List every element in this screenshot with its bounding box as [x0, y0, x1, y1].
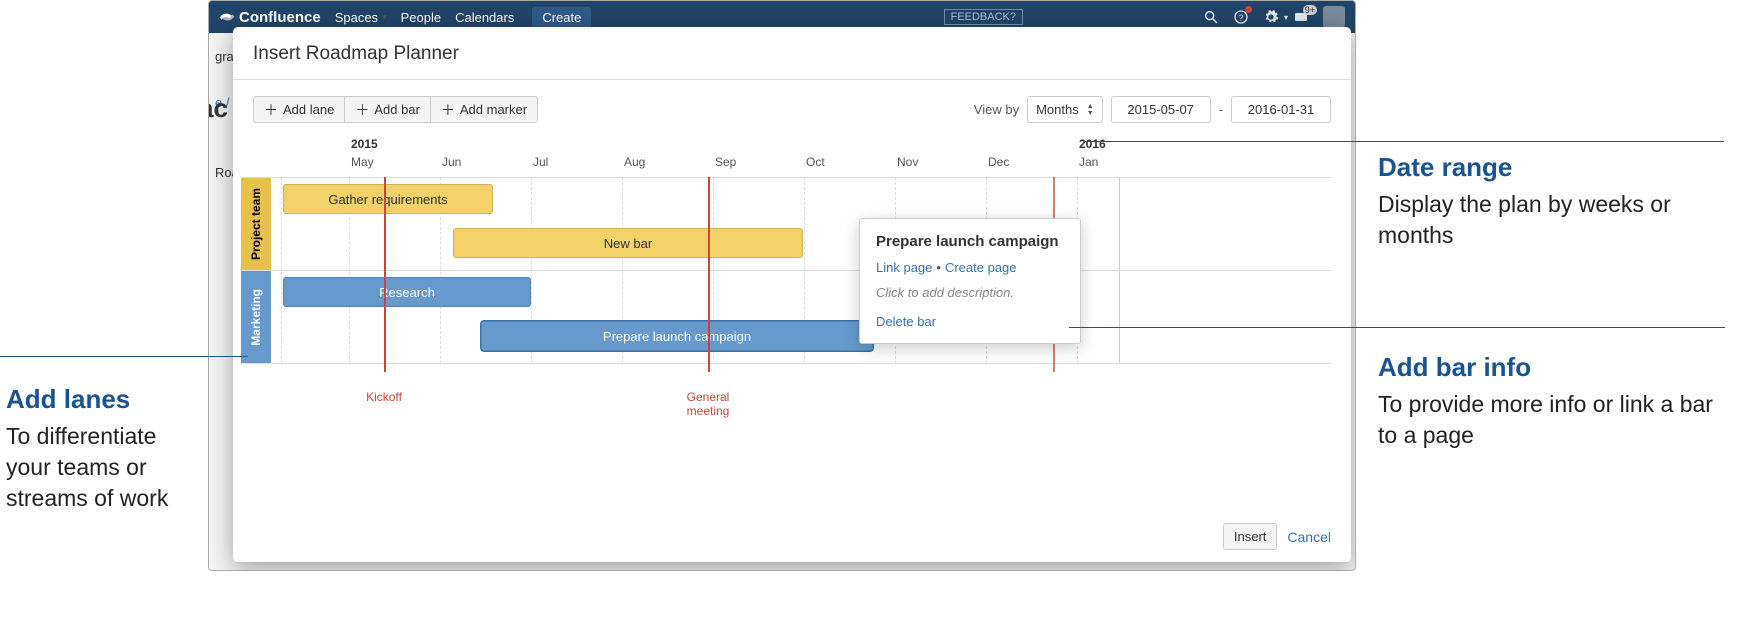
help-icon[interactable]: ? [1233, 9, 1249, 25]
date-from-input[interactable]: 2015-05-07 [1111, 96, 1211, 123]
popover-links: Link page•Create page [876, 260, 1064, 275]
add-lane-button[interactable]: ＋Add lane [253, 96, 345, 123]
cancel-link[interactable]: Cancel [1287, 529, 1331, 545]
plus-icon: ＋ [264, 103, 278, 117]
year-label: 2015 [351, 137, 378, 151]
callout-date-range: Date range Display the plan by weeks or … [1378, 150, 1718, 251]
nav-spaces[interactable]: Spaces ▾ [335, 10, 387, 25]
modal-footer: Insert Cancel [233, 511, 1351, 562]
month-label: Sep [715, 155, 736, 169]
toolbar: ＋Add lane ＋Add bar ＋Add marker View by M… [241, 96, 1331, 123]
bar-gather-requirements[interactable]: Gather requirements [283, 184, 493, 214]
link-page[interactable]: Link page [876, 260, 932, 275]
lane-label[interactable]: Marketing [241, 271, 271, 363]
plus-icon: ＋ [355, 103, 369, 117]
date-to-input[interactable]: 2016-01-31 [1231, 96, 1331, 123]
create-button[interactable]: Create [532, 7, 591, 28]
month-label: Jun [442, 155, 461, 169]
lane-project-team: Project team Gather requirements New bar [241, 177, 1331, 270]
callout-add-lanes: Add lanes To differentiate your teams or… [6, 382, 206, 514]
callout-heading: Add bar info [1378, 350, 1718, 385]
svg-text:?: ? [1239, 12, 1244, 22]
search-icon[interactable] [1203, 9, 1219, 25]
select-caret-icon: ▲▼ [1087, 103, 1094, 117]
roadmap-modal: Insert Roadmap Planner ＋Add lane ＋Add ba… [233, 27, 1351, 562]
nav-calendars[interactable]: Calendars [455, 10, 514, 25]
lane-body[interactable]: Gather requirements New bar [271, 178, 1331, 270]
year-label: 2016 [1079, 137, 1106, 151]
month-label: Nov [897, 155, 918, 169]
gear-icon[interactable]: ▾ [1263, 9, 1279, 25]
plus-icon: ＋ [441, 103, 455, 117]
confluence-icon [219, 9, 235, 25]
feedback-badge[interactable]: FEEDBACK? [944, 9, 1023, 25]
marker-label: General meeting [687, 390, 730, 418]
callout-bar-info: Add bar info To provide more info or lin… [1378, 350, 1718, 451]
nav-people[interactable]: People [401, 10, 441, 25]
callout-heading: Date range [1378, 150, 1718, 185]
callout-line [0, 356, 248, 357]
insert-button[interactable]: Insert [1223, 523, 1278, 550]
top-icons: ? ▾ 9+ [1203, 6, 1345, 28]
add-marker-button[interactable]: ＋Add marker [430, 96, 538, 123]
modal-title: Insert Roadmap Planner [233, 27, 1351, 80]
view-by-label: View by [974, 102, 1019, 117]
notification-count-badge: 9+ [1303, 5, 1317, 15]
lane-body[interactable]: Research Prepare launch campaign [271, 271, 1331, 363]
month-label: Aug [624, 155, 645, 169]
marker-label: Kickoff [366, 390, 402, 404]
notification-dot-icon [1245, 6, 1252, 13]
avatar[interactable] [1323, 6, 1345, 28]
callout-line [1084, 141, 1724, 142]
lane-marketing: Marketing Research Prepare launch campai… [241, 270, 1331, 364]
view-by-select[interactable]: Months ▲▼ [1027, 96, 1103, 123]
brand-text: Confluence [239, 9, 321, 26]
view-controls: View by Months ▲▼ 2015-05-07 - 2016-01-3… [974, 96, 1331, 123]
app-window: Confluence Spaces ▾ People Calendars Cre… [208, 0, 1356, 571]
callout-body: To provide more info or link a bar to a … [1378, 389, 1718, 451]
chevron-down-icon: ▾ [382, 12, 387, 23]
popover-description[interactable]: Click to add description. [876, 285, 1064, 300]
bar-prepare-launch-campaign[interactable]: Prepare launch campaign [481, 321, 873, 351]
popover-title: Prepare launch campaign [876, 233, 1064, 250]
add-bar-button[interactable]: ＋Add bar [344, 96, 431, 123]
month-label: Jul [533, 155, 548, 169]
callout-line [1069, 327, 1725, 328]
month-label: Oct [806, 155, 825, 169]
modal-body: ＋Add lane ＋Add bar ＋Add marker View by M… [233, 80, 1351, 511]
month-label: Dec [988, 155, 1009, 169]
callout-body: To differentiate your teams or streams o… [6, 421, 206, 514]
brand-logo[interactable]: Confluence [219, 9, 321, 26]
timeline-header: 2015 2016 May Jun Jul Aug Sep Oct Nov De… [281, 137, 1331, 177]
delete-bar-link[interactable]: Delete bar [876, 314, 1064, 329]
month-label: May [351, 155, 374, 169]
callout-body: Display the plan by weeks or months [1378, 189, 1718, 251]
page-title-fragment: ac [208, 93, 228, 124]
bar-popover: Prepare launch campaign Link page•Create… [859, 218, 1081, 344]
date-separator: - [1219, 102, 1223, 117]
bar-new-bar[interactable]: New bar [453, 228, 803, 258]
lane-label[interactable]: Project team [241, 178, 271, 270]
bar-research[interactable]: Research [283, 277, 531, 307]
notifications-icon[interactable]: 9+ [1293, 9, 1309, 25]
month-label: Jan [1079, 155, 1098, 169]
callout-heading: Add lanes [6, 382, 206, 417]
add-buttons-group: ＋Add lane ＋Add bar ＋Add marker [253, 96, 538, 123]
create-page[interactable]: Create page [945, 260, 1017, 275]
lanes-container: Project team Gather requirements New bar… [241, 177, 1331, 364]
